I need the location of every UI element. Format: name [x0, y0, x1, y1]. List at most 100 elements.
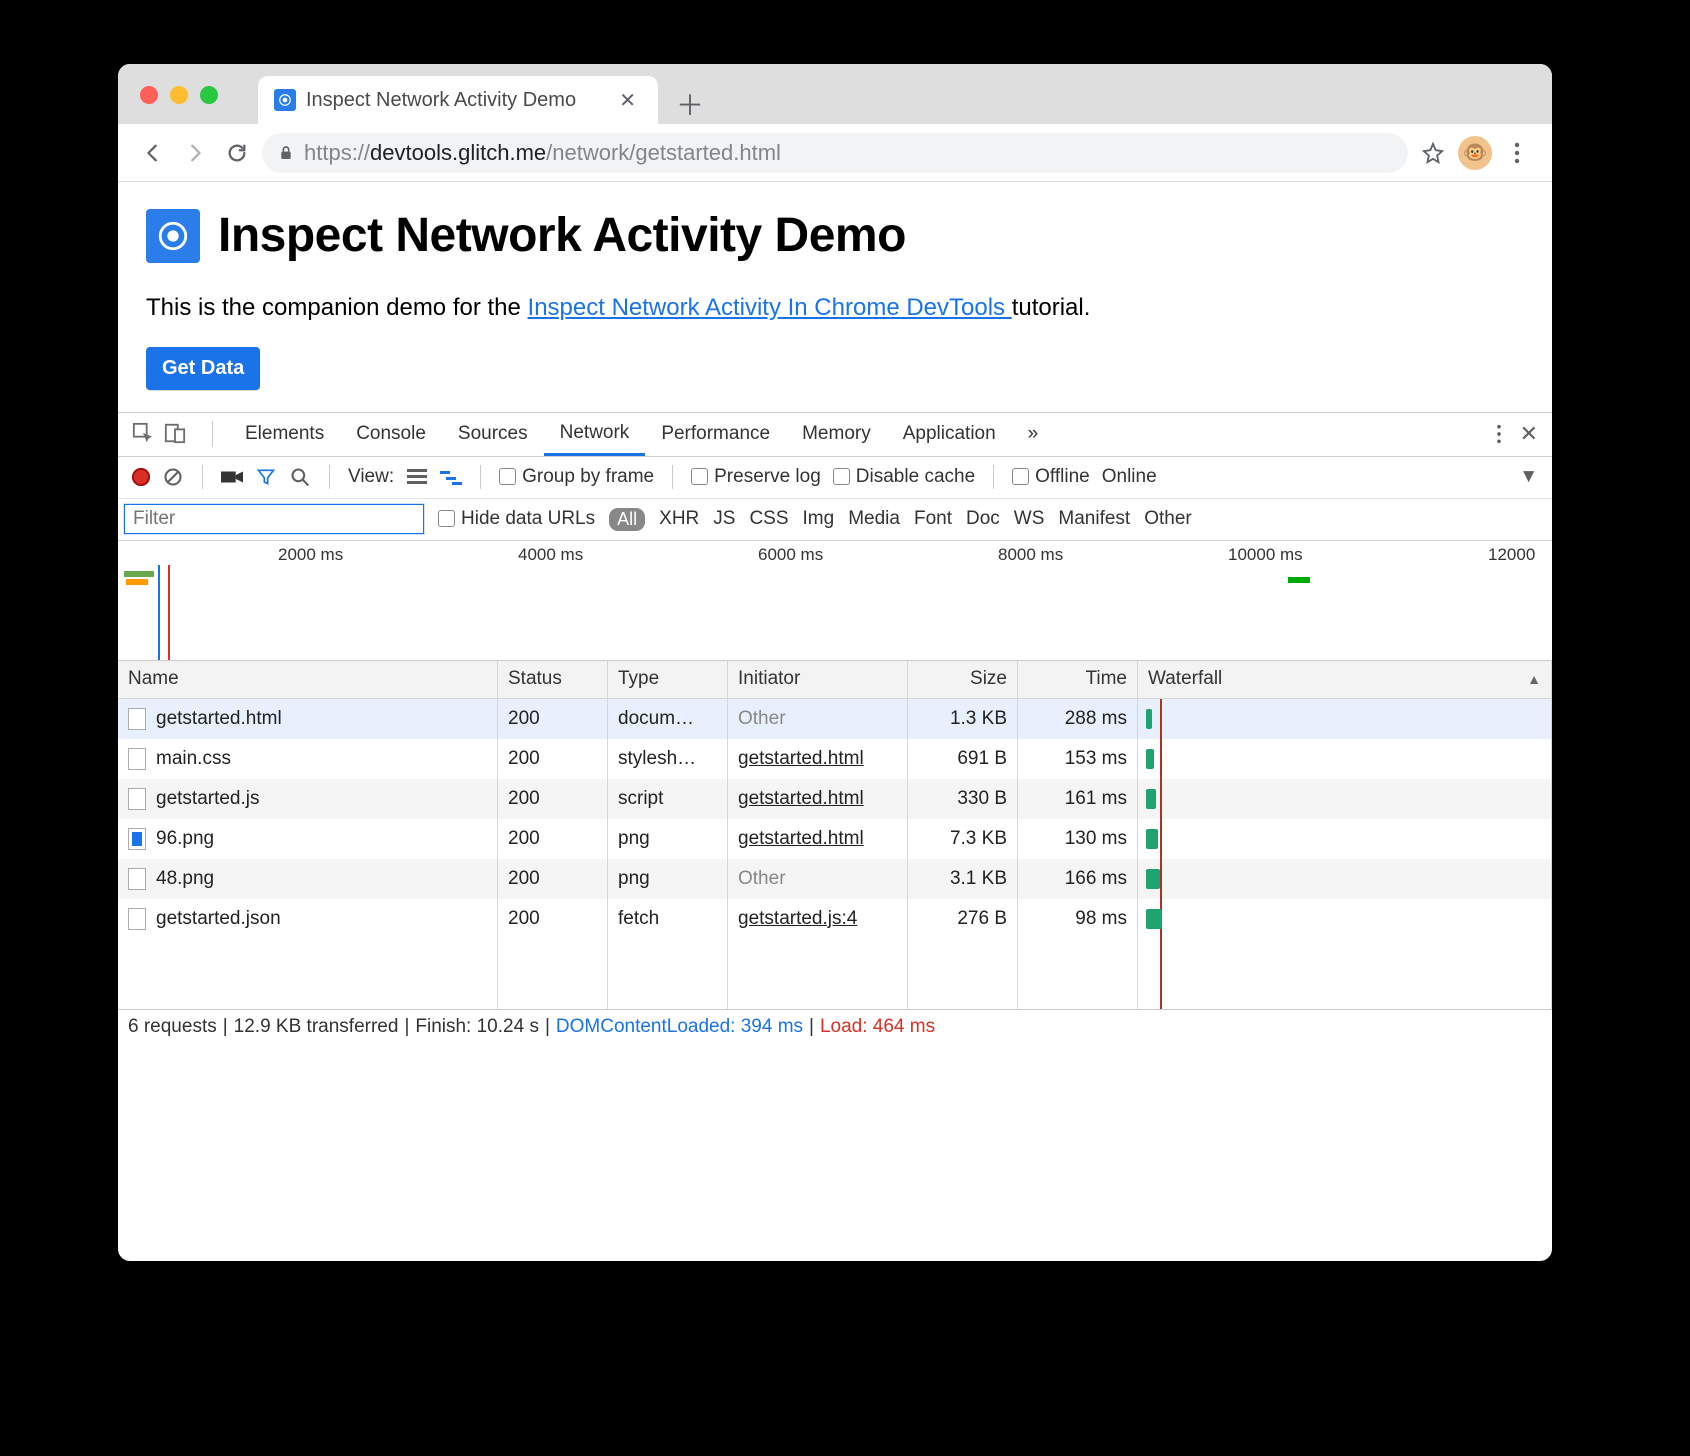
- tab-performance[interactable]: Performance: [645, 412, 786, 456]
- cell-status: 200: [498, 859, 608, 899]
- address-bar[interactable]: https://devtools.glitch.me/network/getst…: [262, 133, 1408, 173]
- online-select[interactable]: Online: [1102, 466, 1157, 488]
- window-controls: [140, 86, 218, 104]
- tab-console[interactable]: Console: [340, 412, 442, 456]
- cell-time: 288 ms: [1018, 699, 1138, 739]
- filter-type-media[interactable]: Media: [848, 508, 900, 530]
- cell-initiator[interactable]: getstarted.html: [738, 788, 864, 810]
- cell-initiator[interactable]: getstarted.html: [738, 748, 864, 770]
- inspect-element-icon[interactable]: [132, 422, 156, 446]
- reload-button[interactable]: [220, 136, 254, 170]
- col-size[interactable]: Size: [908, 661, 1018, 698]
- back-button[interactable]: [136, 136, 170, 170]
- col-initiator[interactable]: Initiator: [728, 661, 908, 698]
- cell-type: docum…: [608, 699, 728, 739]
- status-bar: 6 requests | 12.9 KB transferred | Finis…: [118, 1009, 1552, 1045]
- col-waterfall[interactable]: Waterfall▲: [1138, 661, 1552, 698]
- table-row[interactable]: 96.png200pnggetstarted.html7.3 KB130 ms: [118, 819, 1552, 859]
- tutorial-link[interactable]: Inspect Network Activity In Chrome DevTo…: [528, 294, 1012, 321]
- filter-icon[interactable]: [255, 466, 277, 488]
- cell-waterfall: [1138, 739, 1552, 779]
- cell-status: 200: [498, 739, 608, 779]
- table-row[interactable]: getstarted.js200scriptgetstarted.html330…: [118, 779, 1552, 819]
- col-time[interactable]: Time: [1018, 661, 1138, 698]
- filter-type-css[interactable]: CSS: [749, 508, 788, 530]
- tab-network[interactable]: Network: [544, 412, 646, 456]
- file-icon: [128, 908, 146, 930]
- cell-size: 7.3 KB: [908, 819, 1018, 859]
- tab-application[interactable]: Application: [887, 412, 1012, 456]
- devtools-menu-icon[interactable]: [1496, 424, 1502, 444]
- tab-memory[interactable]: Memory: [786, 412, 887, 456]
- cell-status: 200: [498, 819, 608, 859]
- filter-type-img[interactable]: Img: [803, 508, 835, 530]
- camera-icon[interactable]: [221, 466, 243, 488]
- cell-initiator[interactable]: getstarted.html: [738, 828, 864, 850]
- browser-window: Inspect Network Activity Demo ✕ ＋ https:…: [118, 64, 1552, 1261]
- throttling-dropdown-icon[interactable]: ▼: [1519, 466, 1538, 488]
- page-logo-icon: [146, 209, 200, 263]
- filter-type-font[interactable]: Font: [914, 508, 952, 530]
- cell-size: 691 B: [908, 739, 1018, 779]
- filter-type-ws[interactable]: WS: [1014, 508, 1045, 530]
- preserve-log-checkbox[interactable]: Preserve log: [691, 466, 821, 488]
- table-row[interactable]: getstarted.json200fetchgetstarted.js:427…: [118, 899, 1552, 939]
- cell-status: 200: [498, 899, 608, 939]
- devtools-close-icon[interactable]: ✕: [1520, 421, 1538, 447]
- minimize-window-button[interactable]: [170, 86, 188, 104]
- col-status[interactable]: Status: [498, 661, 608, 698]
- table-row[interactable]: getstarted.html200docum…Other1.3 KB288 m…: [118, 699, 1552, 739]
- cell-time: 130 ms: [1018, 819, 1138, 859]
- filter-type-manifest[interactable]: Manifest: [1058, 508, 1130, 530]
- hide-data-urls-checkbox[interactable]: Hide data URLs: [438, 508, 595, 530]
- bookmark-star-icon[interactable]: [1416, 136, 1450, 170]
- tabs-overflow-icon[interactable]: »: [1012, 412, 1055, 456]
- cell-size: 1.3 KB: [908, 699, 1018, 739]
- table-empty-area: [118, 939, 1552, 1009]
- large-rows-icon[interactable]: [406, 466, 428, 488]
- tab-close-icon[interactable]: ✕: [613, 88, 642, 113]
- col-type[interactable]: Type: [608, 661, 728, 698]
- browser-menu-button[interactable]: [1500, 136, 1534, 170]
- profile-avatar[interactable]: 🐵: [1458, 136, 1492, 170]
- timeline-overview[interactable]: 2000 ms 4000 ms 6000 ms 8000 ms 10000 ms…: [118, 541, 1552, 661]
- group-by-frame-checkbox[interactable]: Group by frame: [499, 466, 654, 488]
- filter-type-doc[interactable]: Doc: [966, 508, 1000, 530]
- close-window-button[interactable]: [140, 86, 158, 104]
- file-icon: [128, 868, 146, 890]
- status-load: Load: 464 ms: [820, 1016, 935, 1038]
- filter-type-xhr[interactable]: XHR: [659, 508, 699, 530]
- cell-type: png: [608, 819, 728, 859]
- table-row[interactable]: main.css200stylesh…getstarted.html691 B1…: [118, 739, 1552, 779]
- disable-cache-checkbox[interactable]: Disable cache: [833, 466, 975, 488]
- device-toggle-icon[interactable]: [164, 422, 188, 446]
- search-icon[interactable]: [289, 466, 311, 488]
- new-tab-button[interactable]: ＋: [670, 84, 710, 124]
- file-icon: [128, 708, 146, 730]
- get-data-button[interactable]: Get Data: [146, 347, 260, 390]
- file-icon: [128, 828, 146, 850]
- col-name[interactable]: Name: [118, 661, 498, 698]
- filter-input[interactable]: [124, 504, 424, 534]
- browser-toolbar: https://devtools.glitch.me/network/getst…: [118, 124, 1552, 182]
- maximize-window-button[interactable]: [200, 86, 218, 104]
- filter-type-other[interactable]: Other: [1144, 508, 1192, 530]
- filter-type-all[interactable]: All: [609, 508, 645, 531]
- cell-initiator[interactable]: getstarted.js:4: [738, 908, 857, 930]
- clear-icon[interactable]: [162, 466, 184, 488]
- filter-type-js[interactable]: JS: [713, 508, 735, 530]
- status-dcl: DOMContentLoaded: 394 ms: [556, 1016, 803, 1038]
- table-row[interactable]: 48.png200pngOther3.1 KB166 ms: [118, 859, 1552, 899]
- offline-checkbox[interactable]: Offline: [1012, 466, 1090, 488]
- waterfall-view-icon[interactable]: [440, 466, 462, 488]
- tab-sources[interactable]: Sources: [442, 412, 544, 456]
- cell-type: script: [608, 779, 728, 819]
- forward-button[interactable]: [178, 136, 212, 170]
- cell-time: 161 ms: [1018, 779, 1138, 819]
- browser-tab[interactable]: Inspect Network Activity Demo ✕: [258, 76, 658, 124]
- cell-time: 98 ms: [1018, 899, 1138, 939]
- tab-elements[interactable]: Elements: [229, 412, 340, 456]
- network-toolbar: View: Group by frame Preserve log Disabl…: [118, 457, 1552, 499]
- record-button[interactable]: [132, 468, 150, 486]
- cell-initiator: Other: [738, 868, 786, 890]
